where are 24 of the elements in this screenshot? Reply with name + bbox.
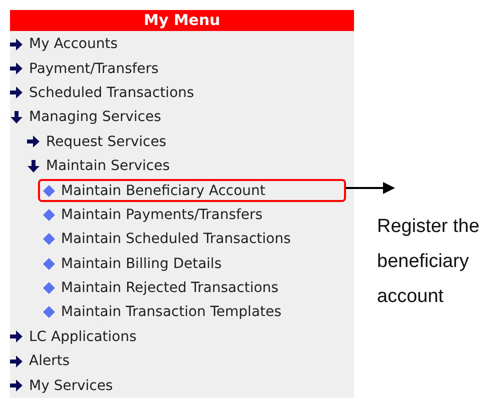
menu-item[interactable]: My Services bbox=[10, 373, 354, 398]
diamond-icon bbox=[43, 208, 55, 221]
menu-item[interactable]: Managing Services bbox=[10, 105, 354, 130]
menu-item[interactable]: Payment/Transfers bbox=[10, 56, 354, 81]
menu-item[interactable]: Alerts bbox=[10, 349, 354, 374]
diamond-icon bbox=[43, 306, 55, 318]
annotation-text: Register the beneficiary account bbox=[377, 215, 480, 309]
menu-item[interactable]: Request Services bbox=[10, 130, 354, 154]
menu-item[interactable]: Maintain Payments/Transfers bbox=[38, 204, 346, 226]
menu-item[interactable]: Maintain Rejected Transactions bbox=[38, 276, 346, 300]
diamond-icon bbox=[43, 233, 55, 246]
menu-item[interactable]: LC Applications bbox=[10, 324, 354, 350]
menu-item[interactable]: Maintain Services bbox=[10, 154, 354, 178]
diamond-icon bbox=[43, 282, 55, 294]
diamond-icon bbox=[43, 258, 55, 270]
menu-item[interactable]: Maintain Transaction Templates bbox=[38, 301, 346, 324]
menu-title: My Menu bbox=[10, 10, 354, 31]
diamond-icon bbox=[43, 184, 55, 197]
menu-item[interactable]: Maintain Scheduled Transactions bbox=[38, 228, 346, 251]
menu-item[interactable]: Scheduled Transactions bbox=[10, 80, 354, 106]
menu-item[interactable]: Maintain Beneficiary Account bbox=[38, 179, 346, 202]
menu-item[interactable]: My Accounts bbox=[10, 32, 354, 56]
pointer-arrow bbox=[346, 182, 395, 194]
menu-item[interactable]: Maintain Billing Details bbox=[38, 252, 346, 275]
